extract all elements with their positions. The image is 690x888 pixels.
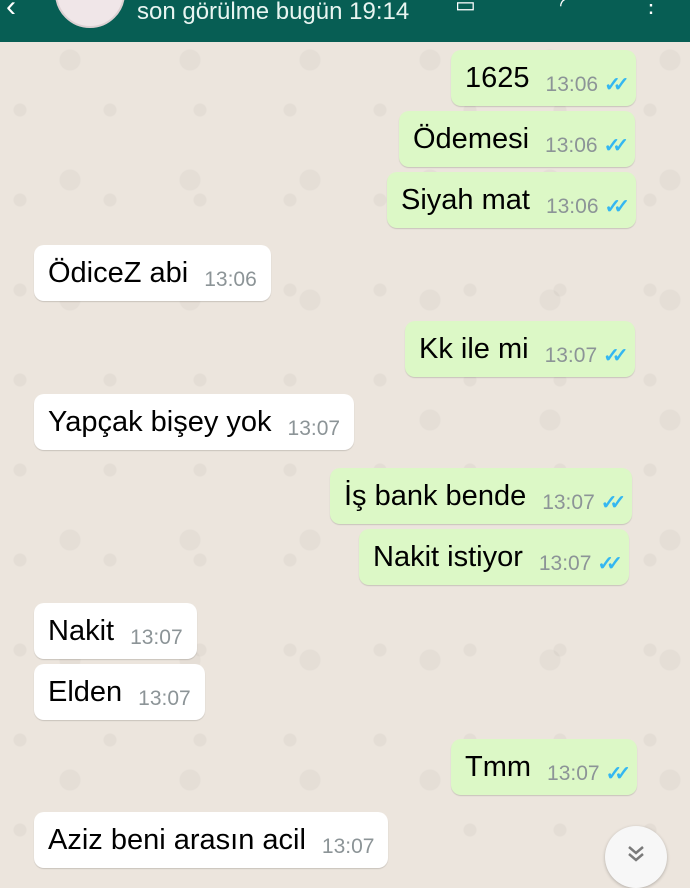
message-time: 13:06 (545, 134, 598, 157)
message-time: 13:06 (545, 195, 599, 218)
chat-header: ‹ son görülme bugün 19:14 ▭ ◜ ⋮ (0, 0, 690, 42)
back-arrow-icon[interactable]: ‹ (6, 0, 16, 24)
message-text: İş bank bende (344, 479, 527, 512)
message-bubble-incoming[interactable]: Elden 13:07 (34, 664, 205, 720)
video-call-icon[interactable]: ▭ (455, 0, 476, 18)
message-text: Nakit (48, 614, 115, 647)
message-bubble-outgoing[interactable]: İş bank bende 13:07 ✓✓ (330, 468, 633, 524)
message-time: 13:07 (538, 552, 592, 575)
read-ticks-icon: ✓✓ (603, 134, 629, 157)
message-bubble-incoming[interactable]: Nakit 13:07 (34, 603, 197, 659)
message-bubble-incoming[interactable]: ÖdiceZ abi 13:06 (34, 245, 271, 301)
message-text: Yapçak bişey yok (48, 405, 272, 438)
message-text: ÖdiceZ abi (48, 256, 189, 289)
message-text: Tmm (465, 750, 532, 783)
message-time: 13:07 (130, 626, 183, 649)
menu-icon[interactable]: ⋮ (640, 0, 662, 18)
message-time: 13:06 (545, 73, 599, 96)
contact-avatar[interactable] (55, 0, 125, 28)
read-ticks-icon: ✓✓ (604, 73, 629, 96)
message-bubble-incoming[interactable]: Aziz beni arasın acil 13:07 (34, 812, 389, 868)
message-bubble-outgoing[interactable]: Kk ile mi 13:07 ✓✓ (405, 321, 635, 377)
message-time: 13:07 (321, 835, 375, 858)
message-time: 13:07 (547, 762, 600, 785)
message-text: 1625 (465, 61, 530, 94)
message-text: Elden (48, 675, 123, 708)
message-text: Nakit istiyor (373, 540, 523, 573)
double-chevron-down-icon (623, 841, 649, 874)
last-seen-status: son görülme bugün 19:14 (137, 0, 410, 25)
read-ticks-icon: ✓✓ (604, 195, 630, 218)
message-time: 13:07 (544, 344, 598, 367)
message-text: Aziz beni arasın acil (48, 823, 306, 856)
voice-call-icon[interactable]: ◜ (560, 0, 569, 18)
message-bubble-outgoing[interactable]: 1625 13:06 ✓✓ (451, 50, 636, 106)
read-ticks-icon: ✓✓ (597, 552, 622, 575)
message-bubble-outgoing[interactable]: Nakit istiyor 13:07 ✓✓ (359, 529, 629, 585)
message-bubble-outgoing[interactable]: Siyah mat 13:06 ✓✓ (387, 172, 637, 228)
scroll-to-bottom-button[interactable] (605, 826, 667, 888)
message-text: Kk ile mi (419, 332, 529, 365)
message-bubble-incoming[interactable]: Yapçak bişey yok 13:07 (34, 394, 355, 450)
message-bubble-outgoing[interactable]: Tmm 13:07 ✓✓ (451, 739, 638, 795)
message-time: 13:07 (287, 417, 341, 440)
message-time: 13:07 (138, 687, 191, 710)
read-ticks-icon: ✓✓ (605, 762, 631, 785)
message-bubble-outgoing[interactable]: Ödemesi 13:06 ✓✓ (399, 111, 636, 167)
message-time: 13:06 (204, 268, 257, 291)
message-time: 13:07 (542, 491, 595, 514)
read-ticks-icon: ✓✓ (603, 344, 628, 367)
read-ticks-icon: ✓✓ (600, 491, 626, 514)
message-text: Siyah mat (401, 183, 530, 216)
message-text: Ödemesi (413, 122, 530, 155)
